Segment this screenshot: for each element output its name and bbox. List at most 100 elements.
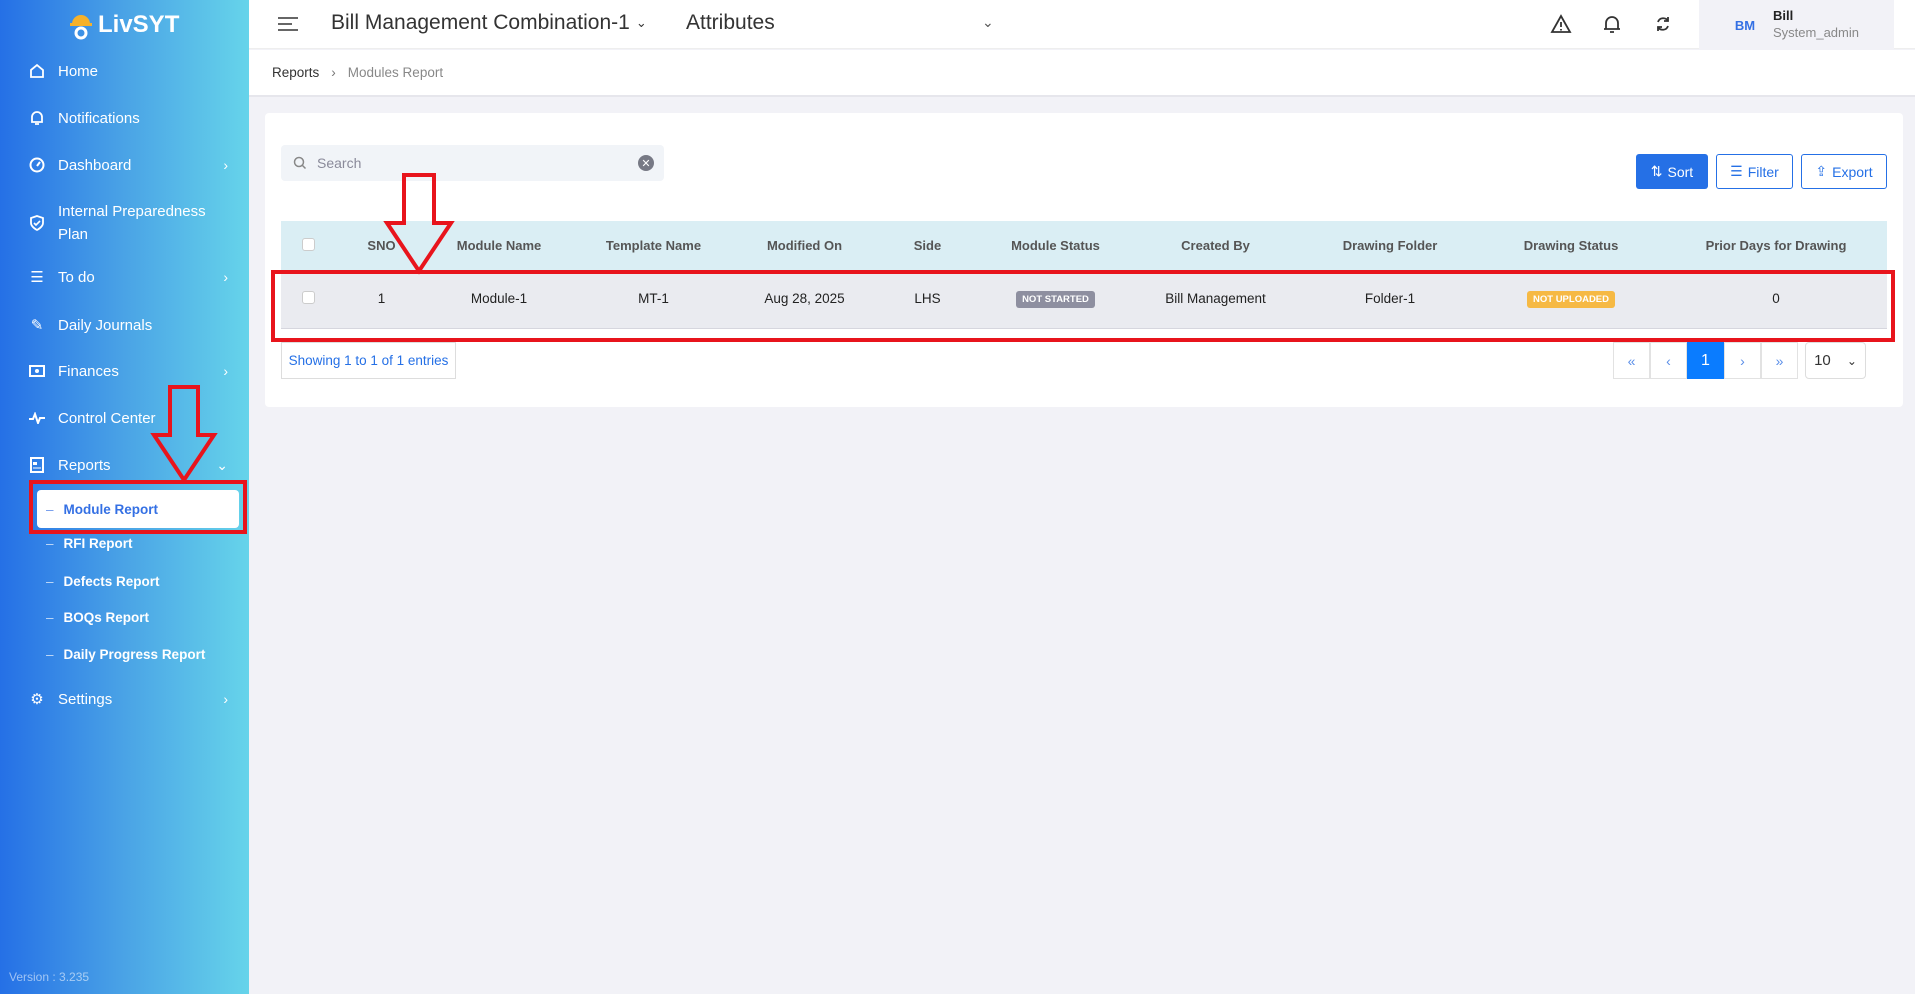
select-all-checkbox[interactable]	[281, 221, 335, 270]
next-page-button[interactable]: ›	[1724, 342, 1761, 379]
export-button[interactable]: ⇪ Export	[1801, 154, 1887, 189]
col-drawing-folder[interactable]: Drawing Folder	[1303, 221, 1477, 270]
user-menu[interactable]: BM Bill System_admin	[1699, 0, 1894, 49]
col-side[interactable]: Side	[872, 221, 983, 270]
avatar: BM	[1734, 17, 1756, 33]
filter-label: Filter	[1747, 163, 1779, 180]
col-drawing-status[interactable]: Drawing Status	[1477, 221, 1665, 270]
status-badge: NOT STARTED	[1016, 290, 1095, 308]
cell-module-status: NOT STARTED	[983, 270, 1128, 329]
sidebar-subitem-defects-report[interactable]: – Defects Report	[46, 574, 160, 589]
sidebar-subitem-boqs-report[interactable]: – BOQs Report	[46, 610, 149, 625]
sidebar-item-label: Control Center	[58, 409, 156, 427]
sidebar-item-reports[interactable]: Reports ⌄	[28, 456, 228, 474]
sort-label: Sort	[1667, 163, 1694, 180]
subitem-label: Module Report	[63, 501, 159, 517]
home-icon	[28, 62, 46, 80]
breadcrumb-current: Modules Report	[347, 65, 444, 80]
logo-text: LivSYT	[98, 11, 180, 38]
filter-button[interactable]: ☰ Filter	[1716, 154, 1793, 189]
helmet-logo-icon	[70, 15, 92, 40]
logo[interactable]: LivSYT	[70, 10, 179, 40]
last-page-button[interactable]: »	[1761, 342, 1798, 379]
pagination: « ‹ 1 › »	[1613, 342, 1798, 379]
sync-icon[interactable]	[1652, 13, 1674, 35]
col-sno[interactable]: SNO	[335, 221, 428, 270]
search-input[interactable]: Search ✕	[281, 145, 664, 181]
sidebar-item-label: Settings	[58, 690, 113, 708]
sidebar-item-control-center[interactable]: Control Center	[28, 409, 228, 427]
user-name: Bill	[1773, 8, 1794, 23]
dash: –	[46, 647, 54, 662]
sidebar-item-label: Internal Preparedness Plan	[58, 200, 206, 246]
warning-icon[interactable]	[1550, 13, 1572, 35]
sidebar-item-daily-journals[interactable]: ✎ Daily Journals	[28, 316, 228, 335]
page-size-value: 10	[1814, 352, 1831, 369]
col-created-by[interactable]: Created By	[1128, 221, 1303, 270]
table-row[interactable]: 1 Module-1 MT-1 Aug 28, 2025 LHS NOT STA…	[281, 270, 1887, 329]
bell-icon[interactable]	[1601, 13, 1623, 35]
chevron-down-icon: ⌄	[635, 15, 647, 30]
sidebar-item-notifications[interactable]: Notifications	[28, 109, 228, 127]
sidebar-item-label: Notifications	[58, 109, 140, 127]
attributes-chevron-down-icon[interactable]: ⌄	[982, 14, 994, 31]
list-icon: ☰	[30, 269, 44, 286]
dash: –	[46, 610, 54, 625]
menu-toggle-icon[interactable]	[278, 16, 298, 37]
row-checkbox-cell[interactable]	[281, 270, 335, 329]
col-template-name[interactable]: Template Name	[570, 221, 737, 270]
sidebar-item-label: Finances	[58, 362, 119, 380]
cell-drawing-folder: Folder-1	[1303, 270, 1477, 329]
search-placeholder: Search	[317, 155, 362, 171]
sidebar-item-label: Home	[58, 62, 99, 80]
cell-module-name: Module-1	[428, 270, 570, 329]
sliders-icon: ☰	[1730, 163, 1743, 179]
col-modified-on[interactable]: Modified On	[737, 221, 872, 270]
col-prior-days[interactable]: Prior Days for Drawing	[1665, 221, 1887, 270]
sidebar-item-dashboard[interactable]: Dashboard ›	[28, 156, 228, 174]
cell-side: LHS	[872, 270, 983, 329]
cell-drawing-status: NOT UPLOADED	[1477, 270, 1665, 329]
clear-search-icon[interactable]: ✕	[638, 155, 654, 171]
table-header-row: SNO Module Name Template Name Modified O…	[281, 221, 1887, 270]
first-page-button[interactable]: «	[1613, 342, 1650, 379]
sidebar-item-internal-preparedness-plan[interactable]: Internal Preparedness Plan	[28, 200, 228, 246]
sidebar-item-home[interactable]: Home	[28, 62, 228, 80]
dash: –	[46, 536, 54, 551]
sidebar-subitem-daily-progress-report[interactable]: – Daily Progress Report	[46, 647, 205, 662]
user-role: System_admin	[1773, 25, 1859, 40]
attributes-selector[interactable]: Attributes	[686, 11, 775, 35]
top-header: Bill Management Combination-1 ⌄ Attribute…	[249, 0, 1915, 49]
sort-icon: ⇅	[1650, 163, 1663, 179]
chevron-right-icon: ›	[223, 363, 228, 379]
breadcrumb-separator: ›	[331, 65, 336, 80]
checkbox[interactable]	[301, 237, 315, 251]
sidebar-item-finances[interactable]: Finances ›	[28, 362, 228, 380]
export-icon: ⇪	[1815, 163, 1828, 179]
sidebar-item-todo[interactable]: ☰ To do ›	[28, 268, 228, 287]
subitem-label: Defects Report	[63, 574, 160, 589]
report-card: Search ✕ ⇅ Sort ☰ Filter ⇪ Export SNO Modul…	[265, 113, 1903, 407]
prev-page-button[interactable]: ‹	[1650, 342, 1687, 379]
col-module-name[interactable]: Module Name	[428, 221, 570, 270]
sidebar-subitem-rfi-report[interactable]: – RFI Report	[46, 536, 133, 551]
row-checkbox[interactable]	[301, 290, 315, 304]
money-icon	[28, 362, 46, 380]
breadcrumb-reports[interactable]: Reports	[272, 65, 319, 80]
sidebar-item-settings[interactable]: ⚙ Settings ›	[28, 690, 228, 709]
col-module-status[interactable]: Module Status	[983, 221, 1128, 270]
page-size-select[interactable]: 10 ⌄	[1805, 342, 1866, 379]
bell-icon	[28, 109, 46, 127]
cell-modified-on: Aug 28, 2025	[737, 270, 872, 329]
sidebar-item-label: Dashboard	[58, 156, 132, 174]
pencil-icon: ✎	[30, 317, 44, 334]
sort-button[interactable]: ⇅ Sort	[1636, 154, 1708, 189]
report-icon	[28, 456, 46, 474]
page-1-button[interactable]: 1	[1687, 342, 1724, 379]
sidebar: LivSYT Home Notifications Dashboard › Int…	[0, 0, 249, 994]
dash: –	[46, 501, 54, 517]
cell-sno: 1	[335, 270, 428, 329]
project-selector[interactable]: Bill Management Combination-1 ⌄	[331, 11, 647, 35]
sidebar-subitem-module-report[interactable]: – Module Report	[37, 490, 239, 528]
pulse-icon	[28, 409, 46, 427]
